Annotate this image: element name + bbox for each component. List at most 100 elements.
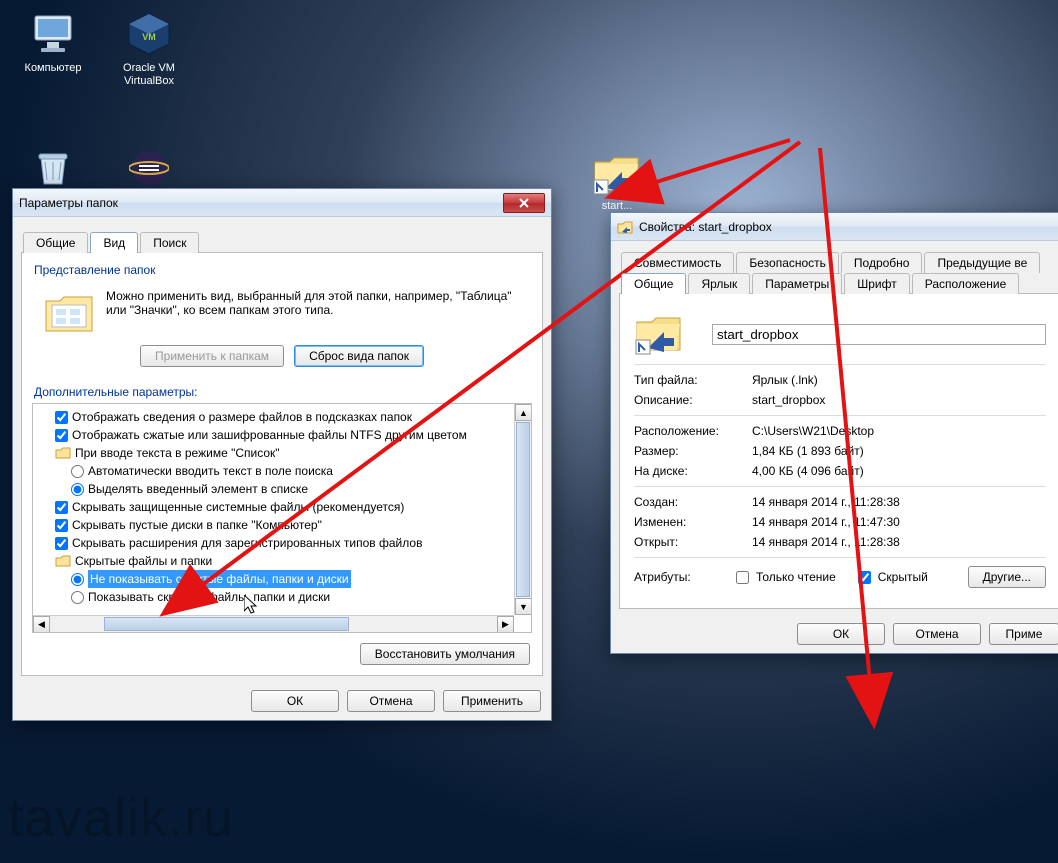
checkbox[interactable] — [858, 571, 871, 584]
checkbox[interactable] — [55, 501, 68, 514]
description-label: Описание: — [634, 393, 752, 407]
hidden-checkbox[interactable]: Скрытый — [854, 568, 928, 587]
cancel-button[interactable]: Отмена — [347, 690, 435, 712]
radio[interactable] — [71, 465, 84, 478]
folder-view-description: Можно применить вид, выбранный для этой … — [106, 289, 522, 317]
virtualbox-icon: VM — [123, 10, 175, 58]
apply-button[interactable]: Приме — [989, 623, 1058, 645]
close-icon — [518, 198, 530, 208]
properties-dialog: Свойства: start_dropbox Совместимость Бе… — [610, 212, 1058, 654]
other-attributes-button[interactable]: Другие... — [968, 566, 1046, 588]
accessed-value: 14 января 2014 г., 11:28:38 — [752, 535, 900, 549]
checkbox[interactable] — [55, 537, 68, 550]
folder-shortcut-icon — [592, 152, 642, 196]
titlebar[interactable]: Параметры папок — [13, 189, 551, 217]
accessed-label: Открыт: — [634, 535, 752, 549]
desktop-icon-label: Oracle VM VirtualBox — [106, 62, 192, 88]
tree-item[interactable]: Выделять введенный элемент в списке — [37, 480, 527, 498]
tab-view[interactable]: Вид — [90, 232, 138, 253]
tab-previous-versions[interactable]: Предыдущие ве — [924, 252, 1040, 273]
checkbox[interactable] — [55, 429, 68, 442]
vertical-scrollbar[interactable]: ▲ ▼ — [514, 404, 531, 615]
cancel-button[interactable]: Отмена — [893, 623, 981, 645]
tabs: Общие Вид Поиск — [13, 225, 551, 252]
folder-options-icon — [42, 289, 96, 337]
tree-item[interactable]: Скрывать пустые диски в папке "Компьютер… — [37, 516, 527, 534]
checkbox[interactable] — [736, 571, 749, 584]
folder-icon — [55, 446, 71, 460]
file-name-input[interactable] — [712, 324, 1046, 345]
folder-icon — [55, 554, 71, 568]
tree-item-selected[interactable]: Не показывать скрытые файлы, папки и дис… — [37, 570, 527, 588]
scroll-right-icon[interactable]: ▶ — [497, 616, 514, 633]
size-value: 1,84 КБ (1 893 байт) — [752, 444, 864, 458]
advanced-settings-tree[interactable]: Отображать сведения о размере файлов в п… — [32, 403, 532, 633]
radio[interactable] — [71, 573, 84, 586]
scroll-up-icon[interactable]: ▲ — [515, 404, 532, 421]
cursor-icon — [244, 595, 258, 615]
restore-defaults-button[interactable]: Восстановить умолчания — [360, 643, 530, 665]
disk-size-value: 4,00 КБ (4 096 байт) — [752, 464, 864, 478]
group-label: Представление папок — [32, 263, 532, 283]
apply-to-folders-button[interactable]: Применить к папкам — [140, 345, 284, 367]
tree-item[interactable]: Скрывать расширения для зарегистрированн… — [37, 534, 527, 552]
desktop-icon-virtualbox[interactable]: VM Oracle VM VirtualBox — [106, 10, 192, 88]
tab-layout[interactable]: Расположение — [912, 273, 1020, 294]
desktop-icon-computer[interactable]: Компьютер — [10, 10, 96, 75]
readonly-checkbox[interactable]: Только чтение — [732, 568, 836, 587]
tree-group[interactable]: При вводе текста в режиме "Список" — [37, 444, 527, 462]
eclipse-icon — [123, 144, 175, 192]
apply-button[interactable]: Применить — [443, 690, 541, 712]
computer-icon — [27, 10, 79, 58]
created-value: 14 января 2014 г., 11:28:38 — [752, 495, 900, 509]
tab-general[interactable]: Общие — [23, 232, 88, 253]
type-label: Тип файла: — [634, 373, 752, 387]
tab-general[interactable]: Общие — [621, 273, 686, 294]
tab-search[interactable]: Поиск — [140, 232, 199, 253]
advanced-label: Дополнительные параметры: — [34, 385, 530, 399]
dialog-button-row: ОК Отмена Применить — [13, 684, 551, 720]
tree-item[interactable]: Скрывать защищенные системные файлы (рек… — [37, 498, 527, 516]
tree-item[interactable]: Отображать сведения о размере файлов в п… — [37, 408, 527, 426]
tab-panel-general: Тип файла:Ярлык (.lnk) Описание:start_dr… — [619, 293, 1058, 609]
location-value: C:\Users\W21\Desktop — [752, 424, 874, 438]
tab-compatibility[interactable]: Совместимость — [621, 252, 734, 273]
radio[interactable] — [71, 483, 84, 496]
scroll-down-icon[interactable]: ▼ — [515, 598, 532, 615]
watermark-text: tavalik.ru — [8, 787, 234, 849]
horizontal-scrollbar[interactable]: ◀ ▶ — [33, 615, 514, 632]
checkbox[interactable] — [55, 519, 68, 532]
tree-item[interactable]: Автоматически вводить текст в поле поиск… — [37, 462, 527, 480]
ok-button[interactable]: ОК — [251, 690, 339, 712]
created-label: Создан: — [634, 495, 752, 509]
ok-button[interactable]: ОК — [797, 623, 885, 645]
tree-item[interactable]: Отображать сжатые или зашифрованные файл… — [37, 426, 527, 444]
desktop-icon-label: start... — [582, 200, 652, 212]
desktop-icon-folder-shortcut[interactable]: start... — [582, 152, 652, 212]
radio[interactable] — [71, 591, 84, 604]
folder-options-dialog: Параметры папок Общие Вид Поиск Представ… — [12, 188, 552, 721]
folder-shortcut-icon — [617, 219, 633, 235]
file-icon — [634, 312, 692, 356]
location-label: Расположение: — [634, 424, 752, 438]
tab-panel-view: Представление папок Можно применить вид,… — [21, 252, 543, 676]
disk-size-label: На диске: — [634, 464, 752, 478]
tab-font[interactable]: Шрифт — [844, 273, 909, 294]
titlebar[interactable]: Свойства: start_dropbox — [611, 213, 1058, 241]
checkbox[interactable] — [55, 411, 68, 424]
tab-details[interactable]: Подробно — [841, 252, 923, 273]
svg-text:VM: VM — [142, 32, 156, 42]
dialog-button-row: ОК Отмена Приме — [611, 617, 1058, 653]
tab-shortcut[interactable]: Ярлык — [688, 273, 750, 294]
tree-item[interactable]: Показывать скрытые файлы, папки и диски — [37, 588, 527, 606]
scroll-thumb[interactable] — [104, 617, 350, 631]
close-button[interactable] — [503, 193, 545, 213]
tabs-row-2: Общие Ярлык Параметры Шрифт Расположение — [611, 272, 1058, 293]
tab-security[interactable]: Безопасность — [736, 252, 839, 273]
reset-folders-button[interactable]: Сброс вида папок — [294, 345, 424, 367]
scroll-left-icon[interactable]: ◀ — [33, 616, 50, 633]
tree-group[interactable]: Скрытые файлы и папки — [37, 552, 527, 570]
scroll-thumb[interactable] — [516, 422, 530, 597]
tab-parameters[interactable]: Параметры — [752, 273, 842, 294]
description-value: start_dropbox — [752, 393, 825, 407]
